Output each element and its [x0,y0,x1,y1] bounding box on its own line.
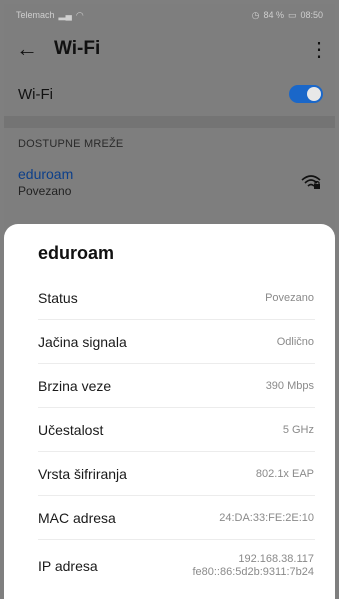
wifi-toggle-label: Wi-Fi [18,85,53,103]
details-list: Status Povezano Jačina signala Odlično B… [24,276,315,592]
detail-label: MAC adresa [38,509,116,526]
battery-percent: 84 % [263,10,284,20]
back-arrow-icon[interactable]: ← [16,36,44,62]
detail-row-speed: Brzina veze 390 Mbps [38,364,315,408]
wifi-status-icon: ◠ [75,9,84,20]
detail-label: Vrsta šifriranja [38,465,127,482]
detail-label: IP adresa [38,558,98,574]
clock: 08:50 [300,10,323,20]
detail-row-status: Status Povezano [38,276,315,320]
network-item-eduroam[interactable]: eduroam Povezano [18,166,321,198]
detail-value: 802.1x EAP [255,467,314,480]
detail-value: 24:DA:33:FE:2E:10 [219,511,314,524]
detail-value: Odlično [276,335,314,348]
ipv4-value: 192.168.38.117 [238,553,314,565]
wifi-toggle-switch[interactable] [289,85,323,103]
page-title: Wi-Fi [54,38,101,59]
network-name: eduroam [18,166,74,182]
detail-row-ip: IP adresa 192.168.38.117 fe80::86:5d2b:9… [38,540,315,592]
detail-row-signal: Jačina signala Odlično [38,320,315,364]
ipv6-value: fe80::86:5d2b:9311:7b24 [192,566,314,578]
battery-icon: ▭ [287,9,297,20]
detail-label: Brzina veze [38,377,112,394]
carrier-label: Telemach [16,10,55,20]
more-options-icon[interactable]: ⋮ [309,37,329,62]
sheet-title: eduroam [38,243,115,263]
network-status: Povezano [18,184,72,198]
detail-value: Povezano [265,291,314,304]
detail-value: 390 Mbps [265,379,314,392]
detail-value: 192.168.38.117 fe80::86:5d2b:9311:7b24 [192,553,315,579]
status-bar: Telemach ▂▄ ◠ ◷ 84 % ▭ 08:50 [4,4,335,26]
available-networks-section: DOSTUPNE MREŽE eduroam Povezano [4,128,335,198]
signal-icon: ▂▄ [58,9,72,20]
alarm-icon: ◷ [251,9,260,20]
section-divider [4,116,335,128]
detail-row-encryption: Vrsta šifriranja 802.1x EAP [38,452,315,496]
detail-row-frequency: Učestalost 5 GHz [38,408,315,452]
section-header: DOSTUPNE MREŽE [18,138,124,150]
toolbar: ← Wi-Fi ⋮ [4,26,335,72]
detail-label: Učestalost [38,421,104,438]
detail-row-mac: MAC adresa 24:DA:33:FE:2E:10 [38,496,315,540]
network-details-sheet: eduroam Status Povezano Jačina signala O… [4,224,335,599]
wifi-lock-icon [301,175,321,189]
detail-label: Status [38,289,78,306]
detail-label: Jačina signala [38,333,127,350]
wifi-toggle-row[interactable]: Wi-Fi [4,72,335,116]
detail-value: 5 GHz [282,423,314,436]
